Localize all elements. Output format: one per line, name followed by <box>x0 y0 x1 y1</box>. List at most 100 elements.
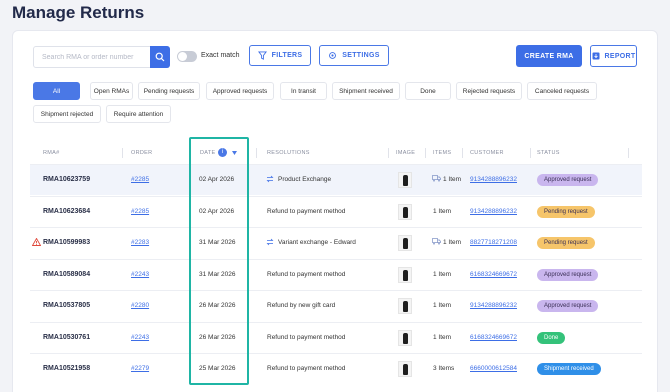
items-count: 1 Item <box>443 239 462 246</box>
filter-chip-in-transit[interactable]: In transit <box>280 82 327 100</box>
filter-chip-shipment-received[interactable]: Shipment received <box>332 82 400 100</box>
filters-label: FILTERS <box>271 52 303 59</box>
table-row[interactable]: RMA10537805 #2280 26 Mar 2026 Refund by new… <box>30 290 642 321</box>
exact-match-label: Exact match <box>201 52 240 59</box>
items-count: 1 Item <box>433 333 452 341</box>
items-count: 1 Item <box>433 302 452 309</box>
settings-label: SETTINGS <box>342 52 380 59</box>
items-count: 1 Item <box>443 176 462 183</box>
search-button[interactable] <box>150 46 170 68</box>
filter-chip-all[interactable]: All <box>33 82 80 100</box>
table-row[interactable]: RMA10521958 #2279 25 Mar 2026 Refund to pay… <box>30 353 642 384</box>
order-link[interactable]: #2243 <box>131 334 149 341</box>
product-image[interactable] <box>398 361 412 377</box>
col-order: ORDER <box>131 150 153 156</box>
table-row[interactable]: RMA10589084 #2243 31 Mar 2026 Refund to pay… <box>30 258 642 290</box>
items-count: 1 Item <box>433 207 452 215</box>
filter-chip-pending-requests[interactable]: Pending requests <box>138 82 200 100</box>
date-info-icon[interactable]: i <box>218 148 227 157</box>
column-divider <box>388 148 389 158</box>
filter-chip-shipment-rejected[interactable]: Shipment rejected <box>33 105 101 123</box>
exact-match-toggle[interactable] <box>177 51 197 62</box>
customer-link[interactable]: 9134288896232 <box>470 208 517 215</box>
report-label: REPORT <box>604 52 636 60</box>
product-image[interactable] <box>398 203 412 220</box>
product-image[interactable] <box>398 298 412 314</box>
filter-chip-canceled-requests[interactable]: Canceled requests <box>527 82 597 100</box>
truck-icon <box>432 238 441 245</box>
filter-chip-require-attention[interactable]: Require attention <box>106 105 171 123</box>
customer-link[interactable]: 6168324669672 <box>470 334 517 341</box>
resolution-text: Refund to payment method <box>267 365 346 372</box>
col-date[interactable]: DATE <box>200 150 215 156</box>
table-row[interactable]: RMA10530761 #2243 26 Mar 2026 Refund to pay… <box>30 321 642 353</box>
column-divider <box>256 148 257 158</box>
exchange-icon <box>266 175 274 183</box>
return-date: 31 Mar 2026 <box>199 239 236 246</box>
rma-number[interactable]: RMA10530761 <box>43 334 90 341</box>
return-date: 26 Mar 2026 <box>199 302 236 309</box>
rma-number[interactable]: RMA10599983 <box>43 239 90 246</box>
customer-link[interactable]: 8827718271208 <box>470 239 517 246</box>
rma-number[interactable]: RMA10589084 <box>43 271 90 278</box>
order-link[interactable]: #2285 <box>131 208 149 215</box>
rma-number[interactable]: RMA10521958 <box>43 365 90 372</box>
column-divider <box>190 148 191 158</box>
rma-number[interactable]: RMA10537805 <box>43 302 90 309</box>
sort-down-icon[interactable] <box>232 151 237 155</box>
order-link[interactable]: #2243 <box>131 271 149 278</box>
column-divider <box>530 148 531 158</box>
truck-icon <box>432 175 441 182</box>
return-date: 02 Apr 2026 <box>199 207 235 215</box>
table-header: RMA# ORDER DATE i RESOLUTIONS IMAGE ITEM… <box>30 144 642 164</box>
customer-link[interactable]: 6660000612584 <box>470 365 517 372</box>
col-customer: CUSTOMER <box>470 150 504 156</box>
product-image[interactable] <box>398 266 412 283</box>
rma-number[interactable]: RMA10623759 <box>43 176 90 183</box>
product-image[interactable] <box>398 172 412 188</box>
return-date: 25 Mar 2026 <box>199 365 236 372</box>
column-divider <box>122 148 123 158</box>
create-rma-button[interactable]: CREATE RMA <box>516 45 582 67</box>
customer-link[interactable]: 9134288896232 <box>470 176 517 183</box>
filter-chip-done[interactable]: Done <box>405 82 451 100</box>
col-resolutions: RESOLUTIONS <box>267 150 310 156</box>
product-image[interactable] <box>398 329 412 346</box>
status-badge: Approved request <box>537 268 599 281</box>
filter-chip-approved-requests[interactable]: Approved requests <box>206 82 274 100</box>
warning-icon <box>32 238 41 246</box>
resolution-text: Refund to payment method <box>267 270 346 278</box>
filter-chip-open-rmas[interactable]: Open RMAs <box>90 82 133 100</box>
order-link[interactable]: #2279 <box>131 365 149 372</box>
order-link[interactable]: #2280 <box>131 302 149 309</box>
report-icon <box>592 52 599 60</box>
returns-table: RMA# ORDER DATE i RESOLUTIONS IMAGE ITEM… <box>30 144 642 392</box>
filter-chip-rejected-requests[interactable]: Rejected requests <box>456 82 522 100</box>
order-link[interactable]: #2283 <box>131 239 149 246</box>
search-icon <box>155 52 165 62</box>
gear-icon <box>329 52 337 59</box>
search-input[interactable] <box>34 47 151 67</box>
filters-button[interactable]: FILTERS <box>249 45 311 66</box>
status-badge: Pending request <box>537 237 595 249</box>
items-count: 1 Item <box>433 270 452 278</box>
rma-number[interactable]: RMA10623684 <box>43 208 90 215</box>
order-link[interactable]: #2285 <box>131 176 149 183</box>
table-row[interactable]: RMA10623684 #2285 02 Apr 2026 Refund to pay… <box>30 195 642 227</box>
resolution-text: Refund to payment method <box>267 333 346 341</box>
table-row[interactable]: RMA10599983 #2283 31 Mar 2026 Variant excha… <box>30 227 642 258</box>
report-button[interactable]: REPORT <box>590 45 637 67</box>
col-rma: RMA# <box>43 150 60 156</box>
filter-icon <box>257 51 267 60</box>
status-badge: Approved request <box>537 174 599 186</box>
search-box <box>33 46 170 68</box>
customer-link[interactable]: 6168324669672 <box>470 271 517 278</box>
product-image[interactable] <box>398 235 412 251</box>
table-row[interactable]: RMA10623759 #2285 02 Apr 2026 Product Excha… <box>30 164 642 195</box>
exchange-icon <box>266 238 274 246</box>
customer-link[interactable]: 9134288896232 <box>470 302 517 309</box>
col-items: ITEMS <box>433 150 452 156</box>
resolution-text: Refund to payment method <box>267 207 346 215</box>
settings-button[interactable]: SETTINGS <box>319 45 389 66</box>
column-divider <box>628 148 629 158</box>
